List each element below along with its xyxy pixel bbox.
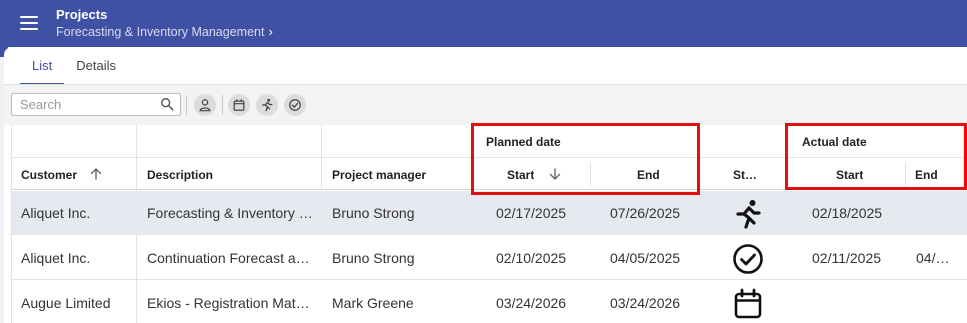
column-header-status[interactable]: St…	[733, 168, 759, 182]
column-divider	[321, 125, 322, 190]
column-divider	[905, 162, 906, 186]
running-person-icon	[261, 98, 273, 112]
breadcrumb-label: Forecasting & Inventory Management	[56, 25, 265, 39]
hamburger-menu-icon[interactable]	[20, 16, 38, 30]
column-header-actual-start[interactable]: Start	[836, 168, 863, 182]
running-person-icon	[736, 200, 761, 229]
column-header-description[interactable]: Description	[147, 168, 213, 182]
cell-planned-end: 07/26/2025	[610, 205, 681, 221]
search-input[interactable]	[12, 94, 152, 115]
cell-planned-end: 03/24/2026	[610, 295, 681, 311]
cell-planned-end: 04/05/2025	[610, 250, 681, 266]
column-header-actual-end[interactable]: End	[915, 168, 938, 182]
tab-bar: List Details	[20, 58, 128, 85]
app-header: Projects Forecasting & Inventory Managem…	[0, 0, 967, 47]
filter-person-button[interactable]	[194, 94, 216, 116]
breadcrumb[interactable]: Forecasting & Inventory Management ›	[56, 24, 273, 39]
cell-project-manager: Mark Greene	[332, 295, 414, 311]
sort-ascending-icon[interactable]	[89, 167, 103, 181]
cell-actual-end: 04/…	[916, 250, 950, 266]
cell-project-manager: Bruno Strong	[332, 205, 415, 221]
check-circle-icon	[289, 99, 301, 111]
column-header-project-manager[interactable]: Project manager	[332, 168, 426, 182]
group-header-actual: Actual date	[802, 135, 867, 149]
table-row[interactable]: Aliquet Inc. Forecasting & Inventory … B…	[12, 191, 967, 235]
column-header-customer[interactable]: Customer	[21, 168, 81, 182]
person-icon	[199, 99, 211, 112]
filter-planned-button[interactable]	[228, 94, 250, 116]
app-title: Projects	[56, 7, 108, 22]
column-header-planned-start[interactable]: Start	[507, 168, 534, 182]
cell-planned-start: 02/10/2025	[496, 250, 567, 266]
cell-project-manager: Bruno Strong	[332, 250, 415, 266]
cell-planned-start: 03/24/2026	[496, 295, 567, 311]
tab-list[interactable]: List	[20, 58, 65, 85]
cell-description: Forecasting & Inventory …	[147, 205, 313, 221]
cell-planned-start: 02/17/2025	[496, 205, 567, 221]
column-divider	[590, 162, 591, 186]
search-icon[interactable]	[160, 97, 174, 111]
cell-actual-start: 02/18/2025	[812, 205, 883, 221]
column-divider	[963, 125, 964, 190]
filter-in-progress-button[interactable]	[256, 94, 278, 116]
tab-details[interactable]: Details	[64, 58, 128, 85]
chevron-right-icon: ›	[268, 24, 273, 39]
search-box[interactable]	[11, 93, 181, 116]
cell-customer: Augue Limited	[21, 295, 111, 311]
calendar-icon	[734, 288, 762, 319]
cell-actual-start: 02/11/2025	[812, 250, 882, 266]
calendar-icon	[233, 99, 245, 111]
projects-grid: Planned date Actual date Customer Descri…	[11, 125, 967, 323]
table-row[interactable]: Aliquet Inc. Continuation Forecast a… Br…	[12, 236, 967, 280]
cell-customer: Aliquet Inc.	[21, 205, 91, 221]
toolbar-separator	[186, 95, 187, 115]
cell-customer: Aliquet Inc.	[21, 250, 91, 266]
table-row[interactable]: Augue Limited Ekios - Registration Mate……	[12, 281, 967, 323]
sort-descending-icon[interactable]	[548, 167, 562, 181]
cell-description: Ekios - Registration Mate…	[147, 295, 317, 311]
filter-completed-button[interactable]	[284, 94, 306, 116]
group-header-planned: Planned date	[486, 135, 561, 149]
check-circle-icon	[733, 244, 763, 274]
toolbar-separator	[222, 95, 223, 115]
cell-description: Continuation Forecast a…	[147, 250, 310, 266]
column-header-planned-end[interactable]: End	[637, 168, 660, 182]
